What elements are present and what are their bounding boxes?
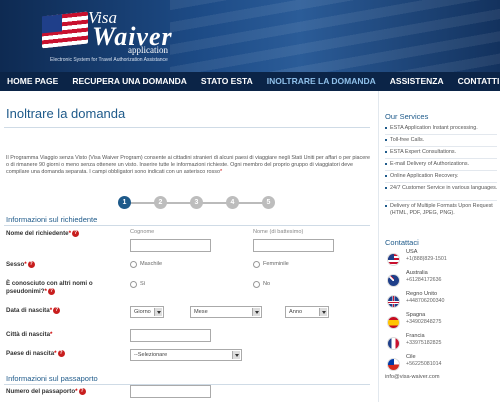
spain-flag-icon (387, 316, 400, 329)
uk-flag-icon (387, 295, 400, 308)
contact-country: Regno Unito (406, 291, 438, 297)
sex-male-label: Maschile (140, 261, 163, 267)
step-3: 3 (190, 196, 203, 209)
help-icon[interactable]: ? (47, 288, 55, 295)
sex-female-label: Femminile (263, 261, 289, 267)
divider (4, 225, 370, 226)
progress-steps: 1 2 3 4 5 (118, 196, 278, 210)
chevron-down-icon (319, 308, 327, 316)
service-item: ESTA Application Instant processing. (385, 125, 499, 132)
dob-month-select[interactable]: Mese (190, 306, 262, 318)
service-item: Toll-free Calls. (385, 137, 499, 144)
section-applicant-info: Informazioni sul richiedente (6, 215, 98, 224)
service-item: Delivery of Multiple Formats Upon Reques… (385, 203, 499, 216)
contact-phone[interactable]: +33975182825 (406, 340, 442, 346)
help-icon[interactable]: ? (78, 388, 86, 395)
site-logo[interactable]: Visa Waiver application Electronic Syste… (42, 8, 192, 68)
contact-country: Cile (406, 354, 416, 360)
step-4: 4 (226, 196, 239, 209)
help-icon[interactable]: ? (53, 307, 61, 314)
nav-assistance[interactable]: ASSISTENZA (383, 72, 451, 91)
logo-text-application: application (128, 45, 168, 55)
france-flag-icon (387, 337, 400, 350)
dob-day-select[interactable]: Giorno (130, 306, 164, 318)
step-1: 1 (118, 196, 131, 209)
main-nav: HOME PAGE RECUPERA UNA DOMANDA STATO EST… (0, 72, 500, 91)
site-header: Visa Waiver application Electronic Syste… (0, 0, 500, 72)
service-item: E-mail Delivery of Authorizations. (385, 161, 499, 168)
service-item: 24/7 Customer Service in various languag… (385, 185, 499, 192)
firstname-input[interactable] (253, 239, 334, 252)
nav-submit-application[interactable]: INOLTRARE LA DOMANDA (260, 72, 383, 91)
passport-number-input[interactable] (130, 385, 211, 398)
surname-input[interactable] (130, 239, 211, 252)
contact-phone[interactable]: +61284172636 (406, 277, 442, 283)
dob-label: Data di nascita*? (6, 307, 61, 315)
divider (4, 127, 370, 128)
sex-female-radio[interactable] (253, 261, 260, 268)
alias-yes-radio[interactable] (130, 281, 137, 288)
sex-male-radio[interactable] (130, 261, 137, 268)
nav-contacts[interactable]: CONTATTI (451, 72, 500, 91)
main-content: Inoltrare la domanda Il Programma Viaggi… (0, 91, 374, 402)
firstname-sublabel: Nome (di battesimo) (253, 229, 304, 235)
contact-phone[interactable]: +1(888)829-1501 (406, 256, 447, 262)
contact-phone[interactable]: +448706200340 (406, 298, 444, 304)
help-icon[interactable]: ? (27, 261, 35, 268)
sex-label: Sesso*? (6, 261, 35, 269)
nav-recover-application[interactable]: RECUPERA UNA DOMANDA (65, 72, 194, 91)
alias-no-label: No (263, 281, 271, 287)
contacts-title: Contattaci (385, 238, 419, 247)
logo-tagline: Electronic System for Travel Authorizati… (50, 57, 168, 63)
contact-phone[interactable]: +34902848275 (406, 319, 442, 325)
passport-number-label: Numero del passaporto*? (6, 388, 86, 396)
help-icon[interactable]: ? (72, 230, 80, 237)
alias-no-radio[interactable] (253, 281, 260, 288)
chile-flag-icon (387, 358, 400, 371)
us-flag-icon (42, 11, 88, 49)
applicant-name-label: Nome del richiedente*? (6, 230, 80, 238)
chevron-down-icon (252, 308, 260, 316)
page-title: Inoltrare la domanda (6, 106, 126, 121)
nav-home[interactable]: HOME PAGE (0, 72, 65, 91)
birth-city-label: Città di nascita* (6, 331, 53, 338)
chevron-down-icon (232, 351, 240, 359)
alias-yes-label: Sì (140, 281, 146, 287)
contact-country: Francia (406, 333, 425, 339)
step-2: 2 (154, 196, 167, 209)
alias-label: È conosciuto con altri nomi o pseudonimi… (6, 280, 93, 296)
birth-city-input[interactable] (130, 329, 211, 342)
sidebar: Our Services ESTA Application Instant pr… (378, 91, 500, 402)
chevron-down-icon (154, 308, 162, 316)
dob-year-select[interactable]: Anno (285, 306, 329, 318)
birth-country-select[interactable]: --Selezionare (130, 349, 242, 361)
header-banner (170, 0, 500, 72)
step-5: 5 (262, 196, 275, 209)
usa-flag-icon (387, 253, 400, 266)
contact-phone[interactable]: +56225081014 (406, 361, 442, 367)
surname-sublabel: Cognome (130, 229, 155, 235)
service-item: ESTA Expert Consultations. (385, 149, 499, 156)
section-passport-info: Informazioni sul passaporto (6, 374, 98, 383)
contact-email-link[interactable]: info@visa-waiver.com (385, 374, 439, 380)
contact-country: USA (406, 249, 418, 255)
services-title: Our Services (385, 112, 429, 121)
help-icon[interactable]: ? (57, 350, 65, 357)
australia-flag-icon (387, 274, 400, 287)
contact-country: Spagna (406, 312, 426, 318)
service-item: Online Application Recovery. (385, 173, 499, 180)
contact-country: Australia (406, 270, 428, 276)
intro-text: Il Programma Viaggio senza Visto (Visa W… (6, 155, 371, 175)
nav-esta-status[interactable]: STATO ESTA (194, 72, 260, 91)
birth-country-label: Paese di nascita*? (6, 350, 65, 358)
